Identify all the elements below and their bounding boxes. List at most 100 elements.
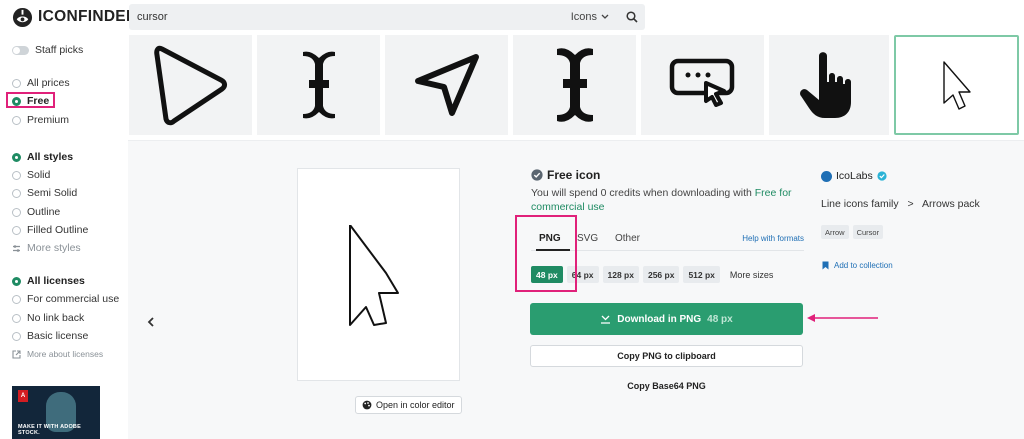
price-premium-option[interactable]: Premium — [12, 114, 69, 126]
search-scope-select[interactable]: Icons — [571, 11, 609, 23]
radio[interactable] — [12, 78, 21, 88]
result-thumb[interactable] — [385, 35, 508, 135]
search-icon — [626, 11, 638, 23]
license-commercial-option[interactable]: For commercial use — [12, 293, 119, 305]
more-licenses-link[interactable]: More about licenses — [12, 349, 103, 359]
size-256-button[interactable]: 256 px — [642, 266, 680, 283]
author-avatar — [821, 170, 832, 182]
style-filled-outline-option[interactable]: Filled Outline — [12, 224, 88, 236]
author-name: IcoLabs — [836, 170, 873, 182]
adobe-logo: A — [18, 390, 28, 402]
cursor-triangle-icon — [153, 45, 227, 126]
adobe-stock-ad[interactable]: A MAKE IT WITH ADOBE STOCK. — [12, 386, 100, 439]
option-label: Filled Outline — [27, 224, 89, 236]
palette-icon — [362, 400, 372, 410]
free-icon-label: Free icon — [547, 168, 601, 182]
chevron-down-icon — [601, 14, 609, 19]
search-bar: Icons — [129, 4, 645, 30]
tag-cursor[interactable]: Cursor — [852, 225, 884, 239]
tab-svg[interactable]: SVG — [577, 233, 598, 244]
radio[interactable] — [12, 331, 21, 341]
credits-label: You will spend 0 credits when downloadin… — [531, 187, 752, 199]
text-cursor-bold-icon — [556, 48, 593, 122]
radio[interactable] — [12, 313, 21, 323]
license-basic-option[interactable]: Basic license — [12, 330, 88, 342]
option-label: Solid — [27, 169, 51, 181]
copy-base64-button[interactable]: Copy Base64 PNG — [530, 381, 803, 391]
radio[interactable] — [12, 225, 21, 235]
bookmark-icon — [822, 261, 829, 270]
download-png-button[interactable]: Download in PNG 48 px — [530, 303, 803, 335]
style-outline-option[interactable]: Outline — [12, 206, 60, 218]
style-all-option[interactable]: All styles — [12, 151, 73, 163]
iconfinder-logo[interactable]: ICONFINDER — [12, 6, 137, 28]
author-link[interactable]: IcoLabs — [821, 170, 887, 182]
option-label: No link back — [27, 312, 85, 324]
chevron-left-icon — [147, 317, 154, 327]
click-cursor-box-icon — [669, 58, 734, 107]
toggle-switch[interactable] — [12, 45, 29, 55]
previous-icon-button[interactable] — [147, 315, 155, 331]
iconfinder-logo-icon — [12, 7, 33, 27]
result-thumb[interactable] — [641, 35, 764, 135]
radio[interactable] — [12, 294, 21, 304]
add-to-collection-button[interactable]: Add to collection — [822, 261, 893, 270]
option-label: Outline — [27, 206, 61, 218]
more-styles-link[interactable]: More styles — [12, 242, 81, 254]
staff-picks-toggle[interactable]: Staff picks — [12, 44, 83, 56]
tab-other[interactable]: Other — [615, 233, 640, 244]
credits-text: You will spend 0 credits when downloadin… — [531, 187, 801, 214]
license-no-link-back-option[interactable]: No link back — [12, 312, 84, 324]
icon-preview — [297, 168, 460, 381]
style-solid-option[interactable]: Solid — [12, 169, 50, 181]
tag-list: Arrow Cursor — [821, 225, 884, 239]
more-sizes-link[interactable]: More sizes — [730, 270, 774, 280]
copy-png-clipboard-button[interactable]: Copy PNG to clipboard — [530, 345, 803, 367]
text-cursor-icon — [302, 51, 335, 119]
result-thumb[interactable] — [257, 35, 380, 135]
color-editor-label: Open in color editor — [376, 400, 455, 410]
license-all-option[interactable]: All licenses — [12, 275, 85, 287]
radio[interactable] — [12, 170, 21, 180]
open-color-editor-button[interactable]: Open in color editor — [355, 396, 462, 414]
family-breadcrumb: Line icons family > Arrows pack — [821, 198, 980, 210]
search-scope-label: Icons — [570, 11, 597, 23]
ad-text: MAKE IT WITH ADOBE STOCK. — [18, 424, 81, 436]
result-thumb[interactable] — [129, 35, 252, 135]
help-formats-link[interactable]: Help with formats — [742, 234, 804, 243]
free-highlight-box — [6, 92, 55, 108]
option-label: All licenses — [27, 275, 85, 287]
breadcrumb-separator: > — [907, 198, 914, 210]
logo-text: ICONFINDER — [38, 8, 138, 25]
radio[interactable] — [12, 207, 21, 217]
size-512-button[interactable]: 512 px — [683, 266, 720, 283]
download-size: 48 px — [707, 313, 733, 325]
add-to-collection-label: Add to collection — [834, 261, 893, 270]
download-label: Download in PNG — [617, 313, 702, 325]
option-label: Semi Solid — [27, 187, 78, 199]
radio-selected[interactable] — [12, 152, 21, 162]
radio[interactable] — [12, 188, 21, 198]
pack-link[interactable]: Arrows pack — [922, 198, 980, 210]
result-thumb[interactable] — [513, 35, 636, 135]
result-thumb-selected[interactable] — [894, 35, 1019, 135]
external-link-icon — [12, 349, 21, 359]
option-label: Basic license — [27, 330, 89, 342]
tag-arrow[interactable]: Arrow — [821, 225, 849, 239]
download-icon — [601, 315, 611, 324]
search-button[interactable] — [619, 4, 645, 30]
result-thumb[interactable] — [769, 35, 889, 135]
verified-badge-icon — [877, 171, 887, 181]
radio[interactable] — [12, 115, 21, 125]
radio-selected[interactable] — [12, 276, 21, 286]
family-link[interactable]: Line icons family — [821, 198, 899, 210]
size-128-button[interactable]: 128 px — [602, 266, 639, 283]
search-input[interactable] — [129, 4, 571, 30]
option-label: For commercial use — [27, 293, 120, 305]
style-semi-solid-option[interactable]: Semi Solid — [12, 187, 77, 199]
price-all-option[interactable]: All prices — [12, 77, 70, 89]
hand-pointer-icon — [800, 52, 851, 118]
navigation-cursor-icon — [414, 54, 479, 116]
annotation-arrow-icon — [807, 314, 878, 322]
option-label: All styles — [27, 151, 74, 163]
